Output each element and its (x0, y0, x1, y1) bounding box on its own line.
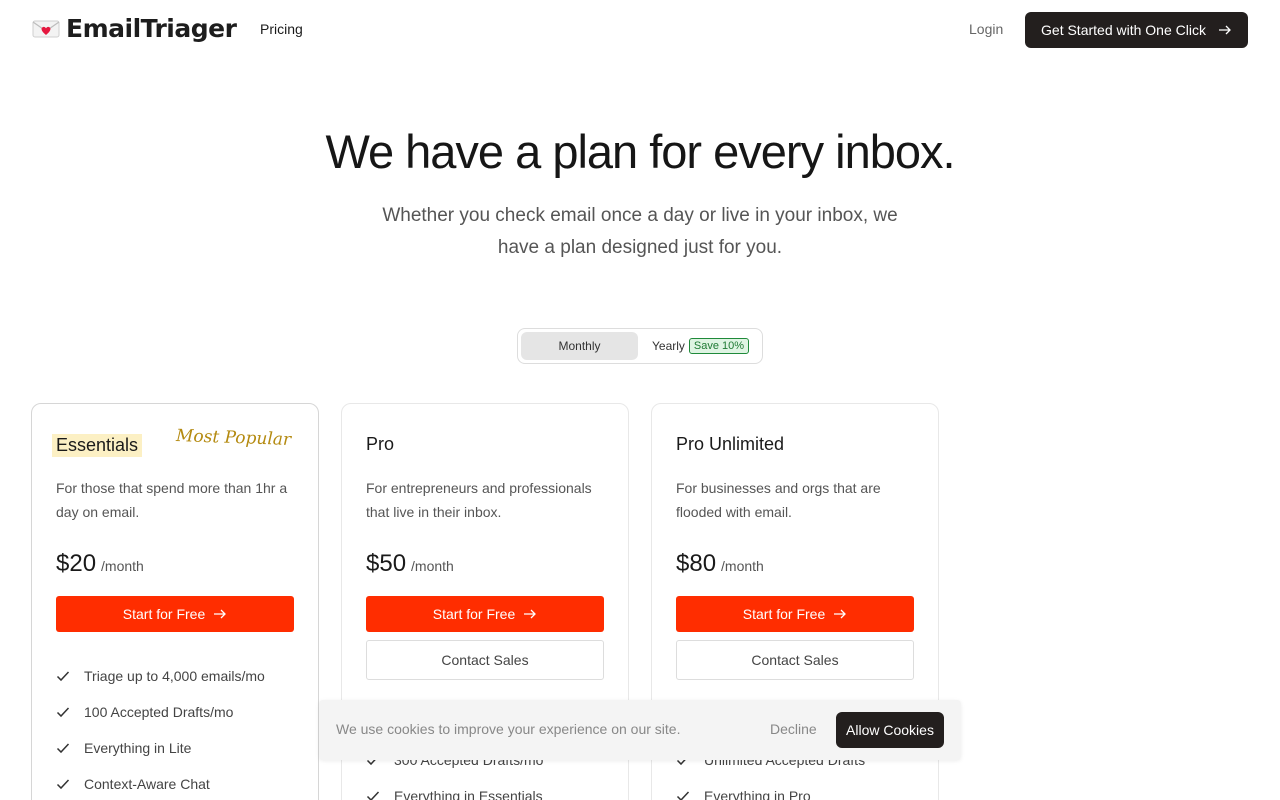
list-item: Everything in Lite (56, 730, 296, 766)
list-item: Context-Aware Chat (56, 766, 296, 800)
price-period: /month (721, 558, 764, 574)
toggle-monthly[interactable]: Monthly (521, 332, 638, 360)
price-amount: $50 (366, 550, 407, 577)
plan-card-essentials: Essentials Most Popular For those that s… (31, 403, 319, 800)
arrow-right-icon (213, 606, 227, 622)
check-icon (366, 789, 380, 800)
brand-logo[interactable]: EmailTriager (32, 14, 237, 43)
check-icon (56, 777, 70, 791)
feature-list: Triage up to 4,000 emails/mo 100 Accepte… (56, 658, 296, 800)
price-amount: $20 (56, 550, 97, 577)
nav-pricing-link[interactable]: Pricing (260, 21, 303, 37)
arrow-right-icon (1218, 22, 1232, 38)
decline-cookies-button[interactable]: Decline (770, 721, 817, 737)
list-item: 100 Accepted Drafts/mo (56, 694, 296, 730)
billing-toggle: Monthly Yearly Save 10% (517, 328, 763, 364)
list-item: Everything in Pro (676, 778, 916, 800)
plan-name: Pro Unlimited (676, 434, 785, 454)
feature-text: Everything in Pro (704, 788, 811, 800)
list-item: Everything in Essentials (366, 778, 606, 800)
contact-sales-button[interactable]: Contact Sales (676, 640, 914, 680)
check-icon (56, 741, 70, 755)
most-popular-tag: Most Popular (175, 425, 292, 451)
allow-cookies-button[interactable]: Allow Cookies (836, 712, 944, 748)
plan-description: For those that spend more than 1hr a day… (56, 480, 288, 520)
list-item: Triage up to 4,000 emails/mo (56, 658, 296, 694)
start-free-label: Start for Free (742, 606, 826, 622)
arrow-right-icon (833, 606, 847, 622)
plan-description: For businesses and orgs that are flooded… (676, 480, 881, 520)
feature-text: Everything in Essentials (394, 788, 543, 800)
login-link[interactable]: Login (969, 21, 1003, 37)
love-letter-icon (32, 19, 60, 39)
check-icon (676, 789, 690, 800)
start-free-button[interactable]: Start for Free (56, 596, 294, 632)
get-started-button[interactable]: Get Started with One Click (1025, 12, 1248, 48)
start-free-label: Start for Free (122, 606, 206, 622)
feature-text: 100 Accepted Drafts/mo (84, 704, 234, 720)
price-amount: $80 (676, 550, 717, 577)
cookie-message: We use cookies to improve your experienc… (336, 721, 681, 737)
start-free-button[interactable]: Start for Free (676, 596, 914, 632)
feature-text: Triage up to 4,000 emails/mo (84, 668, 265, 684)
cookie-banner: We use cookies to improve your experienc… (319, 700, 961, 760)
plan-description: For entrepreneurs and professionals that… (366, 480, 592, 520)
toggle-yearly-label: Yearly (652, 339, 685, 353)
page-subtitle: Whether you check email once a day or li… (382, 205, 898, 258)
arrow-right-icon (523, 606, 537, 622)
plan-price: $50 /month (366, 550, 454, 578)
price-period: /month (411, 558, 454, 574)
toggle-yearly[interactable]: Yearly Save 10% (652, 332, 750, 360)
price-period: /month (101, 558, 144, 574)
start-free-label: Start for Free (432, 606, 516, 622)
save-badge: Save 10% (688, 338, 750, 354)
start-free-button[interactable]: Start for Free (366, 596, 604, 632)
check-icon (56, 705, 70, 719)
plan-price: $80 /month (676, 550, 764, 578)
feature-text: Context-Aware Chat (84, 776, 210, 792)
feature-text: Everything in Lite (84, 740, 192, 756)
brand-name: EmailTriager (66, 14, 237, 43)
page-title: We have a plan for every inbox. (325, 125, 955, 178)
get-started-label: Get Started with One Click (1041, 22, 1206, 38)
contact-sales-button[interactable]: Contact Sales (366, 640, 604, 680)
plan-price: $20 /month (56, 550, 144, 578)
plan-name: Essentials (52, 434, 143, 457)
check-icon (56, 669, 70, 683)
top-nav: EmailTriager Pricing Login Get Started w… (0, 0, 1280, 60)
plan-name: Pro (366, 434, 395, 454)
